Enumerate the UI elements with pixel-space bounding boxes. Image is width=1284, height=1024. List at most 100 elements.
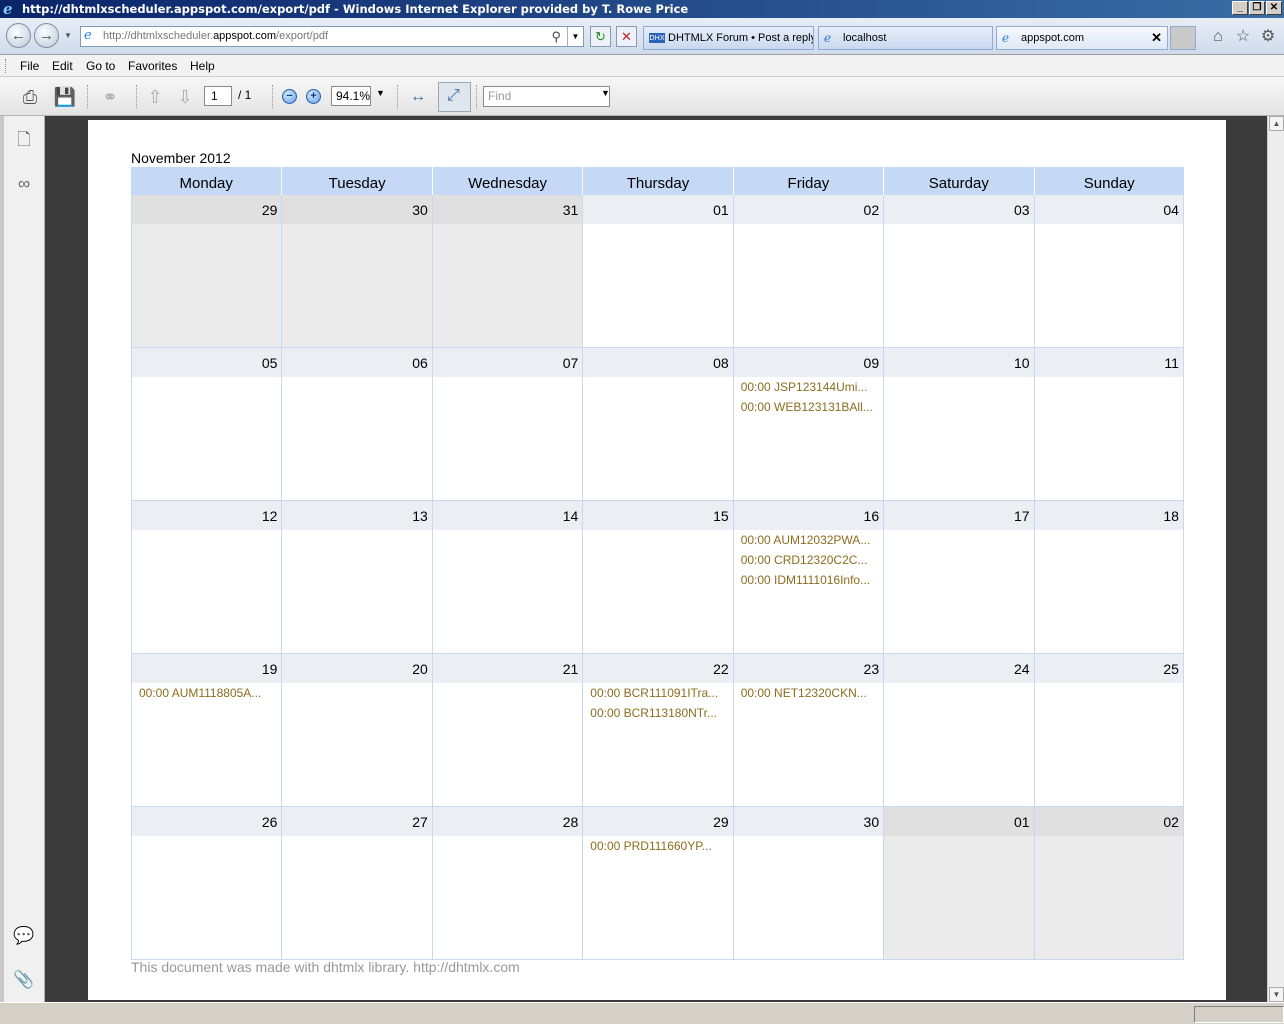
day-number: 11 [1034, 348, 1183, 377]
save-icon[interactable]: 💾 [53, 85, 77, 109]
calendar-month-title: November 2012 [131, 150, 231, 166]
new-tab-button[interactable] [1170, 26, 1196, 50]
day-number: 22 [583, 654, 733, 683]
calendar-event: 00:00 AUM1118805A... [139, 686, 262, 700]
zoom-out-icon[interactable]: − [282, 89, 297, 104]
calendar-day-cell: 17 [883, 501, 1034, 654]
menu-file[interactable]: File [20, 59, 39, 73]
pdf-document-area[interactable]: November 2012 Monday Tuesday Wednesday Thur… [45, 116, 1267, 1002]
scroll-up-icon[interactable]: ▲ [1269, 116, 1284, 131]
calendar-day-cell: 11 [1033, 348, 1184, 501]
day-number: 05 [132, 348, 282, 377]
stop-button[interactable]: ✕ [616, 26, 637, 47]
pages-icon[interactable]: 🗋 [12, 128, 36, 152]
address-dropdown-icon[interactable]: ▼ [567, 27, 583, 46]
history-dropdown-icon[interactable]: ▼ [64, 31, 72, 40]
zoom-in-icon[interactable]: + [306, 89, 321, 104]
tab-localhost[interactable]: e localhost [818, 26, 993, 50]
vertical-scrollbar[interactable]: ▲ ▼ [1267, 116, 1284, 1002]
calendar-day-cell: 09 00:00 JSP123144Umi... 00:00 WEB123131BA… [732, 348, 884, 501]
day-number: 10 [884, 348, 1034, 377]
day-number: 16 [733, 501, 884, 530]
calendar-day-cell: 18 [1033, 501, 1184, 654]
dhx-icon: DHX [649, 33, 665, 43]
close-tab-icon[interactable]: ✕ [1151, 27, 1162, 49]
day-number: 27 [282, 807, 432, 836]
day-number: 28 [432, 807, 583, 836]
calendar-week-row: 19 00:00 AUM1118805A... 20 21 22 00:00 BCR111… [131, 654, 1184, 807]
ie-icon: e [1002, 31, 1010, 45]
fit-page-button[interactable]: ⤢ [438, 82, 471, 112]
calendar-day-cell: 02 [732, 195, 884, 348]
menu-edit[interactable]: Edit [52, 59, 73, 73]
share-icon[interactable]: ⚭ [98, 85, 122, 109]
calendar-day-cell: 06 [281, 348, 432, 501]
refresh-button[interactable]: ↻ [590, 26, 611, 47]
find-input[interactable]: Find [483, 86, 610, 107]
scroll-down-icon[interactable]: ▼ [1269, 987, 1284, 1002]
weekday-header: Monday [131, 167, 282, 195]
address-url[interactable]: http://dhtmlxscheduler.appspot.com/expor… [103, 30, 328, 42]
comments-icon[interactable]: 💬 [12, 924, 36, 948]
menu-goto[interactable]: Go to [86, 59, 115, 73]
back-button[interactable]: ← [6, 23, 31, 48]
minimize-button[interactable]: _ [1232, 1, 1248, 15]
calendar-week-row: 12 13 14 15 16 00:00 AUM12032PWA... 00:00 CRD1… [131, 501, 1184, 654]
day-number: 29 [132, 195, 282, 224]
calendar-day-cell: 14 [431, 501, 583, 654]
menu-grip [5, 59, 8, 73]
search-icon[interactable]: ⚲ [551, 29, 561, 45]
home-icon[interactable]: ⌂ [1208, 27, 1228, 47]
calendar-day-cell: 04 [1033, 195, 1184, 348]
tab-appspot[interactable]: e appspot.com ✕ [996, 26, 1168, 50]
day-number: 02 [733, 195, 884, 224]
day-number: 21 [432, 654, 583, 683]
window-title-bar[interactable]: e http://dhtmlxscheduler.appspot.com/exp… [0, 0, 1284, 18]
fit-page-icon: ⤢ [447, 87, 460, 104]
calendar-event: 00:00 PRD111660YP... [590, 839, 712, 853]
ie-icon: e [824, 31, 832, 45]
day-number: 23 [733, 654, 884, 683]
tab-dhtmlx-forum[interactable]: DHX DHTMLX Forum • Post a reply [643, 26, 814, 50]
day-number: 26 [132, 807, 282, 836]
day-number: 02 [1034, 807, 1183, 836]
address-bar[interactable]: e http://dhtmlxscheduler.appspot.com/exp… [80, 26, 584, 47]
attachment-icon[interactable]: 📎 [12, 968, 36, 992]
close-window-button[interactable]: ✕ [1266, 1, 1282, 15]
day-number: 04 [1034, 195, 1183, 224]
calendar-day-cell: 28 [431, 807, 583, 960]
toolbar-separator [397, 85, 398, 109]
month-calendar: Monday Tuesday Wednesday Thursday Friday Satu… [131, 167, 1184, 960]
calendar-event: 00:00 NET12320CKN... [740, 686, 867, 700]
fit-width-icon[interactable]: ↔ [406, 85, 430, 109]
calendar-event: 00:00 BCR111091ITra... [590, 686, 719, 700]
tab-label: appspot.com [1021, 32, 1084, 44]
find-dropdown-icon[interactable]: ▼ [601, 88, 610, 98]
calendar-day-cell: 26 [131, 807, 282, 960]
calendar-day-cell: 12 [131, 501, 282, 654]
next-page-icon[interactable]: ⇩ [173, 85, 197, 109]
calendar-event: 00:00 IDM1111016Info... [740, 573, 871, 587]
calendar-day-cell: 25 [1033, 654, 1184, 807]
pdf-toolbar: ⎙ 💾 ⚭ ⇧ ⇩ 1 / 1 − + 94.1% ▼ ↔ ⤢ Find ▼ [0, 77, 1284, 116]
calendar-day-cell: 01 [883, 807, 1034, 960]
day-number: 24 [884, 654, 1034, 683]
favorites-star-icon[interactable]: ☆ [1233, 27, 1253, 47]
print-icon[interactable]: ⎙ [18, 85, 42, 109]
day-number: 20 [282, 654, 432, 683]
gear-icon[interactable]: ⚙ [1258, 27, 1278, 47]
menu-help[interactable]: Help [190, 59, 215, 73]
previous-page-icon[interactable]: ⇧ [143, 85, 167, 109]
zoom-dropdown-icon[interactable]: ▼ [376, 88, 385, 98]
maximize-button[interactable]: ❐ [1249, 1, 1265, 15]
toolbar-separator [272, 85, 273, 109]
menu-favorites[interactable]: Favorites [128, 59, 177, 73]
zoom-level-input[interactable]: 94.1% [331, 86, 371, 106]
document-footer: This document was made with dhtmlx libra… [131, 959, 520, 975]
calendar-day-cell: 08 [582, 348, 733, 501]
calendar-day-cell: 07 [431, 348, 583, 501]
page-number-input[interactable]: 1 [204, 86, 232, 106]
calendar-day-cell: 15 [582, 501, 733, 654]
binoculars-icon[interactable]: ∞ [12, 172, 36, 196]
forward-button[interactable]: → [34, 23, 59, 48]
